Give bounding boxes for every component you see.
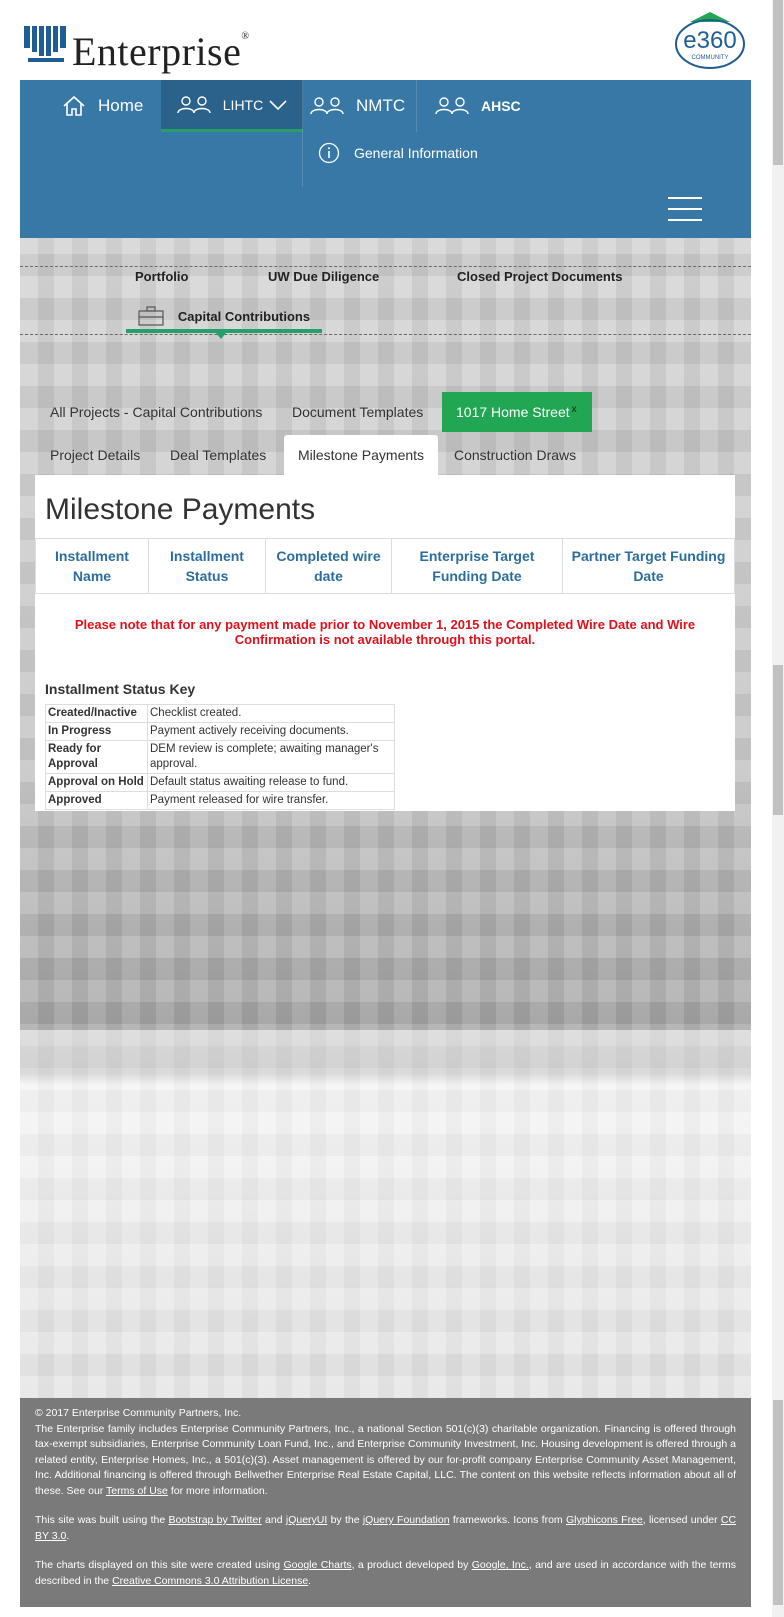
milestone-payments-panel: Milestone Payments Installment Name Inst…: [35, 475, 735, 811]
e360-community-logo[interactable]: e360 COMMUNITY: [672, 12, 748, 70]
subnav-closed-project-documents[interactable]: Closed Project Documents: [457, 269, 622, 284]
footer-text: , licensed under: [642, 1514, 718, 1526]
status-description: Payment released for wire transfer.: [147, 791, 395, 810]
tab-1017-home-street[interactable]: 1017 Home Street x: [442, 392, 592, 432]
footer-text: and: [265, 1514, 283, 1526]
table-row: Approval on Hold Default status awaiting …: [45, 773, 395, 792]
footer-paragraph-legal: The Enterprise family includes Enterpris…: [35, 1422, 736, 1500]
footer-text: for more information.: [170, 1484, 268, 1497]
nav-general-information-label: General Information: [354, 145, 478, 161]
group-icon: [435, 97, 469, 115]
enterprise-logo[interactable]: Enterprise®: [24, 12, 249, 72]
nav-ahsc-label: AHSC: [481, 98, 521, 114]
footer-text: This site was built using the: [35, 1514, 166, 1526]
footer-text: , a product developed by: [351, 1559, 469, 1571]
brand-name: Enterprise®: [72, 29, 250, 74]
footer-copyright: © 2017 Enterprise Community Partners, In…: [35, 1407, 242, 1419]
site-footer: © 2017 Enterprise Community Partners, In…: [20, 1398, 751, 1607]
svg-text:COMMUNITY: COMMUNITY: [692, 55, 729, 61]
table-row: In Progress Payment actively receiving do…: [45, 722, 395, 741]
nav-separator: [302, 132, 303, 187]
nav-nmtc[interactable]: NMTC: [310, 80, 405, 132]
creative-commons-link[interactable]: Creative Commons 3.0 Attribution License: [112, 1575, 308, 1587]
info-icon: [318, 142, 340, 164]
briefcase-icon: [138, 306, 164, 326]
tab-deal-templates[interactable]: Deal Templates: [156, 435, 280, 475]
table-header-row: Installment Name Installment Status Comp…: [35, 538, 735, 594]
footer-text: The charts displayed on this site were c…: [35, 1559, 281, 1571]
jqueryui-link[interactable]: jQueryUI: [286, 1514, 327, 1526]
nav-lihtc[interactable]: LIHTC: [161, 80, 303, 132]
glyphicons-link[interactable]: Glyphicons Free: [566, 1514, 643, 1526]
nav-nmtc-label: NMTC: [356, 96, 406, 115]
nav-ahsc[interactable]: AHSC: [435, 80, 521, 132]
chevron-down-icon: [269, 99, 287, 110]
column-header[interactable]: Installment Status: [148, 538, 266, 594]
tab-project-details[interactable]: Project Details: [36, 435, 154, 475]
google-charts-link[interactable]: Google Charts: [283, 1559, 351, 1571]
status-description: DEM review is complete; awaiting manager…: [147, 740, 395, 774]
footer-text: frameworks. Icons from: [452, 1514, 563, 1526]
enterprise-sunburst-icon: [24, 26, 66, 62]
jquery-foundation-link[interactable]: jQuery Foundation: [363, 1514, 450, 1526]
bootstrap-link[interactable]: Bootstrap by Twitter: [168, 1514, 261, 1526]
table-row: Ready for Approval DEM review is complete…: [45, 740, 395, 774]
home-icon: [63, 95, 85, 116]
status-name: Approved: [45, 791, 148, 810]
terms-of-use-link[interactable]: Terms of Use: [106, 1485, 168, 1497]
column-header[interactable]: Completed wire date: [265, 538, 392, 594]
nav-general-information[interactable]: General Information: [318, 142, 478, 164]
column-header[interactable]: Enterprise Target Funding Date: [391, 538, 563, 594]
status-name: Ready for Approval: [45, 740, 148, 774]
footer-paragraph-charts: The charts displayed on this site were c…: [35, 1558, 736, 1589]
column-header[interactable]: Partner Target Funding Date: [562, 538, 735, 594]
tab-construction-draws[interactable]: Construction Draws: [440, 435, 590, 475]
google-inc-link[interactable]: Google, Inc.: [472, 1559, 529, 1571]
tab-all-projects[interactable]: All Projects - Capital Contributions: [36, 392, 276, 432]
status-description: Checklist created.: [147, 704, 395, 723]
wire-date-notice: Please note that for any payment made pr…: [74, 617, 696, 647]
nav-separator: [416, 80, 417, 132]
nav-separator: [302, 80, 303, 132]
group-icon: [177, 95, 211, 113]
table-row: Created/Inactive Checklist created.: [45, 704, 395, 723]
active-caret-icon: [216, 333, 226, 339]
table-row: Approved Payment released for wire transf…: [45, 791, 395, 810]
column-header[interactable]: Installment Name: [35, 538, 149, 594]
nav-lihtc-label: LIHTC: [222, 96, 264, 113]
status-description: Payment actively receiving documents.: [147, 722, 395, 741]
subnav-uw-due-diligence[interactable]: UW Due Diligence: [268, 269, 379, 284]
background-fade: [20, 1030, 751, 1400]
installments-table: Installment Name Installment Status Comp…: [35, 538, 735, 594]
status-name: In Progress: [45, 722, 148, 741]
close-tab-icon[interactable]: x: [572, 404, 577, 415]
tab-document-templates[interactable]: Document Templates: [278, 392, 437, 432]
tab-1017-home-street-label: 1017 Home Street: [456, 404, 570, 420]
tab-milestone-payments[interactable]: Milestone Payments: [284, 435, 439, 475]
nav-home-label: Home: [98, 96, 144, 115]
status-key-title: Installment Status Key: [45, 681, 196, 697]
subnav-capital-contributions[interactable]: Capital Contributions: [126, 303, 322, 333]
footer-text: by the: [330, 1514, 360, 1526]
footer-text: .: [308, 1574, 312, 1587]
subnav-capital-contributions-label: Capital Contributions: [177, 308, 311, 324]
status-key-table: Created/Inactive Checklist created. In Pr…: [45, 704, 395, 810]
status-name: Approval on Hold: [45, 773, 148, 792]
page-title: Milestone Payments: [45, 493, 316, 526]
svg-text:e360: e360: [683, 27, 736, 54]
hamburger-menu-icon[interactable]: [668, 197, 702, 221]
scrollbar-thumb[interactable]: [773, 0, 783, 165]
status-name: Created/Inactive: [45, 704, 148, 723]
scrollbar-thumb[interactable]: [773, 1400, 783, 1605]
nav-home[interactable]: Home: [62, 80, 143, 132]
group-icon: [310, 97, 344, 115]
scrollbar-thumb[interactable]: [773, 665, 783, 815]
subnav-portfolio[interactable]: Portfolio: [135, 269, 188, 284]
main-navigation: Home LIHTC NMTC AHSC General Information: [20, 80, 751, 238]
status-description: Default status awaiting release to fund.: [147, 773, 395, 792]
footer-paragraph-built-with: This site was built using the Bootstrap …: [35, 1514, 737, 1542]
